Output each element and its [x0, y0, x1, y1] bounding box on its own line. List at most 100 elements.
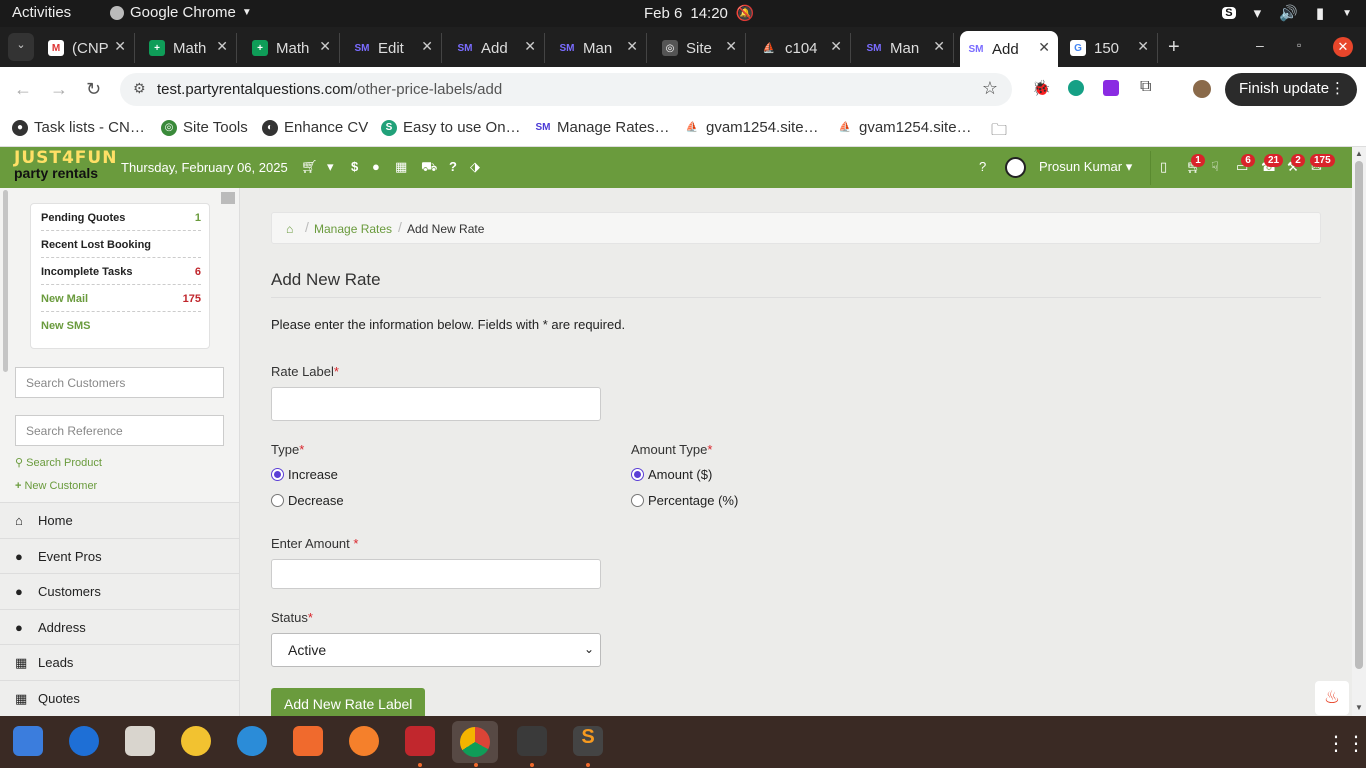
close-tab-icon[interactable]: ✕	[933, 38, 945, 55]
close-tab-icon[interactable]: ✕	[725, 38, 737, 55]
summary-row[interactable]: New Mail 175	[41, 285, 201, 312]
browser-tab[interactable]: SM Add ✕	[960, 31, 1058, 67]
add-rate-label-button[interactable]: Add New Rate Label	[271, 688, 425, 716]
browser-tab[interactable]: ◎ Site ✕	[654, 33, 746, 63]
maximize-button[interactable]: ▫	[1297, 38, 1301, 52]
extension-purple-icon[interactable]	[1103, 80, 1119, 96]
software-center-icon[interactable]	[293, 726, 323, 756]
bookmark-item[interactable]: ● Task lists - CN…	[12, 119, 145, 136]
browser-tab[interactable]: M (CNP ✕	[40, 33, 135, 63]
amount-type-percentage-radio[interactable]: Percentage (%)	[631, 493, 738, 508]
bookmark-item[interactable]: ⛵ gvam1254.site…	[684, 119, 819, 136]
files-icon[interactable]	[125, 726, 155, 756]
address-bar[interactable]: ⚙ test.partyrentalquestions.com/other-pr…	[120, 73, 1012, 106]
close-tab-icon[interactable]: ✕	[114, 38, 126, 55]
user-avatar-icon[interactable]	[1005, 157, 1026, 178]
dollar-icon[interactable]: $	[351, 159, 358, 174]
filezilla-icon[interactable]	[405, 726, 435, 756]
extensions-puzzle-icon[interactable]: ⧉	[1140, 78, 1151, 96]
tab-search-button[interactable]: ⌄	[8, 33, 34, 61]
browser-tab[interactable]: + Math ✕	[244, 33, 340, 63]
bookmark-item[interactable]: SM Manage Rates…	[535, 119, 670, 136]
bookmark-item[interactable]: ⛵ gvam1254.site…	[837, 119, 972, 136]
document-icon[interactable]: ▯	[1160, 159, 1167, 175]
sidebar-nav-item[interactable]: ⌂ Home	[0, 502, 239, 538]
search-product-link[interactable]: ⚲ Search Product	[15, 456, 102, 469]
tag-icon[interactable]: ⬗	[470, 159, 480, 175]
brand-logo[interactable]: JUST4FUN party rentals	[14, 150, 117, 181]
cart-icon[interactable]: 🛒︎	[301, 159, 318, 175]
browser-tab[interactable]: SM Man ✕	[858, 33, 954, 63]
scroll-down-arrow-icon[interactable]: ▼	[1355, 703, 1363, 712]
type-decrease-radio[interactable]: Decrease	[271, 493, 344, 508]
chrome-dock-icon[interactable]	[452, 721, 498, 763]
new-customer-link[interactable]: + New Customer	[15, 480, 97, 492]
close-tab-icon[interactable]: ✕	[626, 38, 638, 55]
close-tab-icon[interactable]: ✕	[319, 38, 331, 55]
thumbs-down-icon[interactable]: ☟	[1211, 159, 1219, 175]
close-tab-icon[interactable]: ✕	[524, 38, 536, 55]
bookmark-star-icon[interactable]: ☆	[982, 78, 998, 99]
summary-row[interactable]: Pending Quotes 1	[41, 204, 201, 231]
app-menu[interactable]: Google Chrome ▼	[110, 4, 252, 21]
thunderbird-icon[interactable]	[69, 726, 99, 756]
help-circle-icon[interactable]: ?	[979, 159, 986, 174]
rhythmbox-icon[interactable]	[181, 726, 211, 756]
finish-update-button[interactable]: Finish update ⋮	[1225, 73, 1357, 106]
user-menu[interactable]: Prosun Kumar ▾	[1039, 159, 1132, 175]
bookmark-item[interactable]: ◐ Enhance CV	[262, 119, 368, 136]
breadcrumb-manage-rates[interactable]: Manage Rates	[314, 222, 392, 236]
basket-icon[interactable]: ▾	[327, 159, 334, 175]
close-tab-icon[interactable]: ✕	[1038, 39, 1050, 56]
summary-row[interactable]: Incomplete Tasks 6	[41, 258, 201, 285]
sidebar-nav-item[interactable]: ▦ Leads	[0, 644, 239, 680]
bookmark-item[interactable]: ◎ Site Tools	[161, 119, 248, 136]
amount-type-amount-radio[interactable]: Amount ($)	[631, 467, 712, 482]
text-editor-icon[interactable]	[13, 726, 43, 756]
sidebar-scrollbar[interactable]	[3, 190, 8, 372]
fire-icon[interactable]: ♨	[1315, 681, 1349, 715]
browser-tab[interactable]: + Math ✕	[141, 33, 237, 63]
summary-row[interactable]: Recent Lost Booking	[41, 231, 201, 258]
activities-button[interactable]: Activities	[12, 4, 71, 21]
help-app-icon[interactable]	[237, 726, 267, 756]
browser-tab[interactable]: SM Edit ✕	[346, 33, 442, 63]
truck-icon[interactable]: ⛟	[421, 159, 437, 177]
close-tab-icon[interactable]: ✕	[830, 38, 842, 55]
close-tab-icon[interactable]: ✕	[216, 38, 228, 55]
sidebar-collapse-icon[interactable]	[221, 192, 235, 204]
reload-button[interactable]: ↻	[86, 79, 101, 100]
summary-row[interactable]: New SMS	[41, 312, 201, 339]
firefox-icon[interactable]	[349, 726, 379, 756]
home-icon[interactable]: ⌂	[286, 222, 293, 236]
browser-tab[interactable]: SM Add ✕	[449, 33, 545, 63]
close-tab-icon[interactable]: ✕	[421, 38, 433, 55]
scrollbar-thumb[interactable]	[1355, 161, 1363, 669]
amount-input[interactable]	[271, 559, 601, 589]
clock[interactable]: Feb 6 14:20 🔕	[644, 4, 755, 23]
scroll-up-arrow-icon[interactable]: ▲	[1355, 149, 1363, 158]
back-button[interactable]: ←	[14, 79, 32, 100]
close-window-button[interactable]: ✕	[1333, 37, 1353, 57]
search-customers-input[interactable]: Search Customers	[15, 367, 224, 398]
browser-tab[interactable]: ⛵ c104 ✕	[753, 33, 851, 63]
minimize-button[interactable]: –	[1256, 37, 1264, 53]
user-icon[interactable]: ●	[372, 159, 380, 174]
extension-bug-icon[interactable]: 🐞	[1032, 79, 1051, 97]
sidebar-nav-item[interactable]: ● Address	[0, 608, 239, 645]
status-select[interactable]: Active ⌄	[271, 633, 601, 667]
type-increase-radio[interactable]: Increase	[271, 467, 338, 482]
browser-tab[interactable]: SM Man ✕	[551, 33, 647, 63]
grammarly-icon[interactable]	[1068, 80, 1084, 96]
calendar-icon[interactable]: ▦	[395, 159, 407, 175]
bookmark-item[interactable]: S Easy to use On…	[381, 119, 521, 136]
sidebar-nav-item[interactable]: ● Event Pros	[0, 537, 239, 574]
site-info-icon[interactable]: ⚙	[133, 80, 146, 97]
calculator-icon[interactable]	[517, 726, 547, 756]
search-reference-input[interactable]: Search Reference	[15, 415, 224, 446]
sidebar-nav-item[interactable]: ● Customers	[0, 573, 239, 609]
profile-avatar[interactable]	[1193, 80, 1211, 98]
sublime-text-icon[interactable]: S	[573, 726, 603, 756]
show-apps-icon[interactable]: ⋮⋮⋮	[1326, 731, 1366, 756]
new-tab-button[interactable]: +	[1168, 36, 1180, 59]
